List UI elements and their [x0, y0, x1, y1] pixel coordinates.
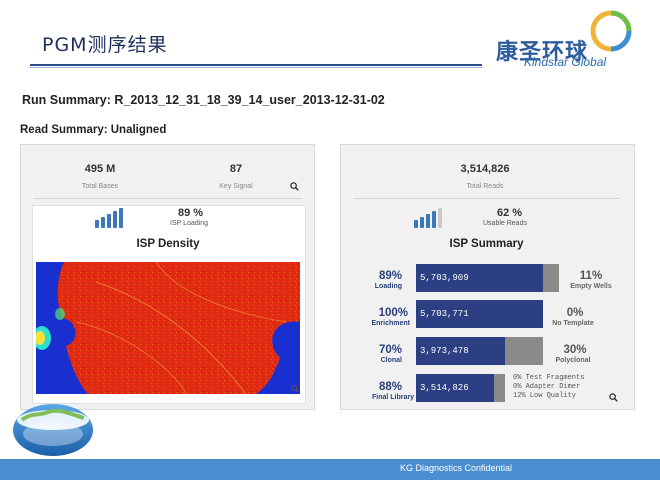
header-divider [30, 64, 482, 66]
total-reads-value: 3,514,826 [460, 163, 510, 175]
density-zoom-icon[interactable] [291, 385, 299, 395]
loading-bar-value: 5,703,909 [420, 273, 469, 283]
run-summary: Run Summary: R_2013_12_31_18_39_14_user_… [22, 93, 385, 107]
clonal-bar: 3,973,478 [416, 337, 505, 365]
isp-loading-percent: 89 % [178, 207, 204, 219]
total-bases-label: Total Bases [81, 183, 119, 190]
polyclonal-percent: 30% [563, 344, 587, 356]
loading-percent: 89% [378, 270, 402, 282]
empty-wells-label: Empty Wells [570, 283, 612, 290]
final-library-bar: 3,514,826 [416, 374, 494, 402]
globe-decoration-icon [13, 404, 93, 456]
total-reads-label: Total Reads [466, 183, 504, 190]
header-divider-thin [30, 67, 482, 68]
adapter-dimer-line: 0% Adapter Dimer [513, 383, 581, 391]
magnifier-icon [290, 182, 299, 191]
isp-density-heatmap [36, 262, 300, 394]
clonal-label: Clonal [380, 357, 402, 364]
enrichment-label: Enrichment [371, 320, 410, 327]
usable-reads-label: Usable Reads [483, 220, 527, 227]
total-bases-value: 495 M [84, 163, 116, 175]
zoom-icon-right[interactable] [609, 393, 618, 404]
enrichment-bar-value: 5,703,771 [420, 309, 469, 319]
right-divider [354, 198, 620, 199]
isp-summary-title: ISP Summary [449, 238, 524, 250]
final-library-label: Final Library [371, 394, 414, 401]
usable-reads-percent: 62 % [497, 207, 523, 219]
density-map-image [36, 262, 300, 394]
final-library-bar-value: 3,514,826 [420, 383, 469, 393]
empty-wells-percent: 11% [579, 270, 603, 282]
page-title: PGM测序结果 [42, 34, 168, 56]
footer-text: KG Diagnostics Confidential [400, 463, 513, 473]
usable-bars-icon [414, 208, 442, 228]
magnifier-icon [291, 385, 299, 393]
magnifier-icon [609, 393, 618, 402]
loading-bar: 5,703,909 [416, 264, 543, 292]
zoom-icon-left[interactable] [290, 182, 299, 193]
loading-label: Loading [374, 283, 402, 290]
key-signal-value: 87 [229, 163, 243, 175]
no-template-label: No Template [552, 320, 594, 327]
left-divider [34, 198, 302, 199]
clonal-bar-value: 3,973,478 [420, 346, 469, 356]
key-signal-label: Key Signal [219, 183, 253, 190]
quality-breakdown: 0% Test Fragments 0% Adapter Dimer 12% L… [513, 374, 584, 401]
logo-swirl-icon [590, 10, 632, 52]
logo-english-text: Kindstar Global [524, 55, 607, 69]
enrichment-bar: 5,703,771 [416, 300, 543, 328]
no-template-percent: 0% [566, 307, 584, 319]
final-library-percent: 88% [378, 381, 402, 393]
polyclonal-label: Polyclonal [555, 357, 591, 364]
clonal-percent: 70% [378, 344, 402, 356]
low-quality-line: 12% Low Quality [513, 392, 577, 400]
enrichment-percent: 100% [378, 307, 408, 319]
isp-density-title: ISP Density [136, 238, 200, 250]
footer-bar [0, 459, 660, 480]
test-fragments-line: 0% Test Fragments [513, 374, 585, 382]
loading-bars-icon [95, 208, 123, 228]
read-summary: Read Summary: Unaligned [20, 124, 167, 136]
isp-loading-label: ISP Loading [170, 220, 209, 227]
